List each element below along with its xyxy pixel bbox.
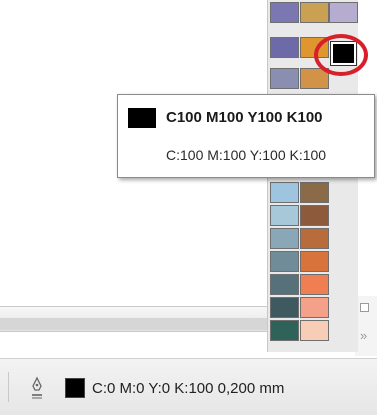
palette-swatch[interactable] <box>270 182 299 203</box>
expand-docker-icon[interactable]: » <box>360 329 367 342</box>
status-bar-separator <box>8 372 9 402</box>
palette-swatch[interactable] <box>300 205 329 226</box>
palette-swatch[interactable] <box>270 68 299 89</box>
selected-swatch-highlight <box>314 34 368 76</box>
color-tooltip: C100 M100 Y100 K100 C:100 M:100 Y:100 K:… <box>117 94 375 178</box>
palette-swatch[interactable] <box>270 37 299 58</box>
palette-swatch[interactable] <box>300 297 329 318</box>
fill-color-indicator[interactable] <box>65 378 85 398</box>
palette-swatch[interactable] <box>270 274 299 295</box>
palette-swatch[interactable] <box>270 2 299 23</box>
palette-swatch[interactable] <box>270 297 299 318</box>
tooltip-color-values: C:100 M:100 Y:100 K:100 <box>166 147 327 163</box>
palette-swatch[interactable] <box>329 2 358 23</box>
palette-swatch[interactable] <box>300 320 329 341</box>
window-restore-icon[interactable] <box>360 303 369 312</box>
outline-color-readout: C:0 M:0 Y:0 K:100 0,200 mm <box>92 380 285 397</box>
palette-swatch[interactable] <box>300 251 329 272</box>
palette-swatch[interactable] <box>270 228 299 249</box>
palette-swatch[interactable] <box>270 320 299 341</box>
tooltip-color-swatch <box>128 108 156 128</box>
outline-pen-icon[interactable] <box>30 376 44 400</box>
palette-swatch[interactable] <box>270 205 299 226</box>
palette-swatch[interactable] <box>300 274 329 295</box>
palette-swatch[interactable] <box>300 2 329 23</box>
palette-swatch[interactable] <box>270 251 299 272</box>
tooltip-color-name: C100 M100 Y100 K100 <box>166 109 323 126</box>
palette-swatch[interactable] <box>300 182 329 203</box>
palette-swatch[interactable] <box>300 228 329 249</box>
